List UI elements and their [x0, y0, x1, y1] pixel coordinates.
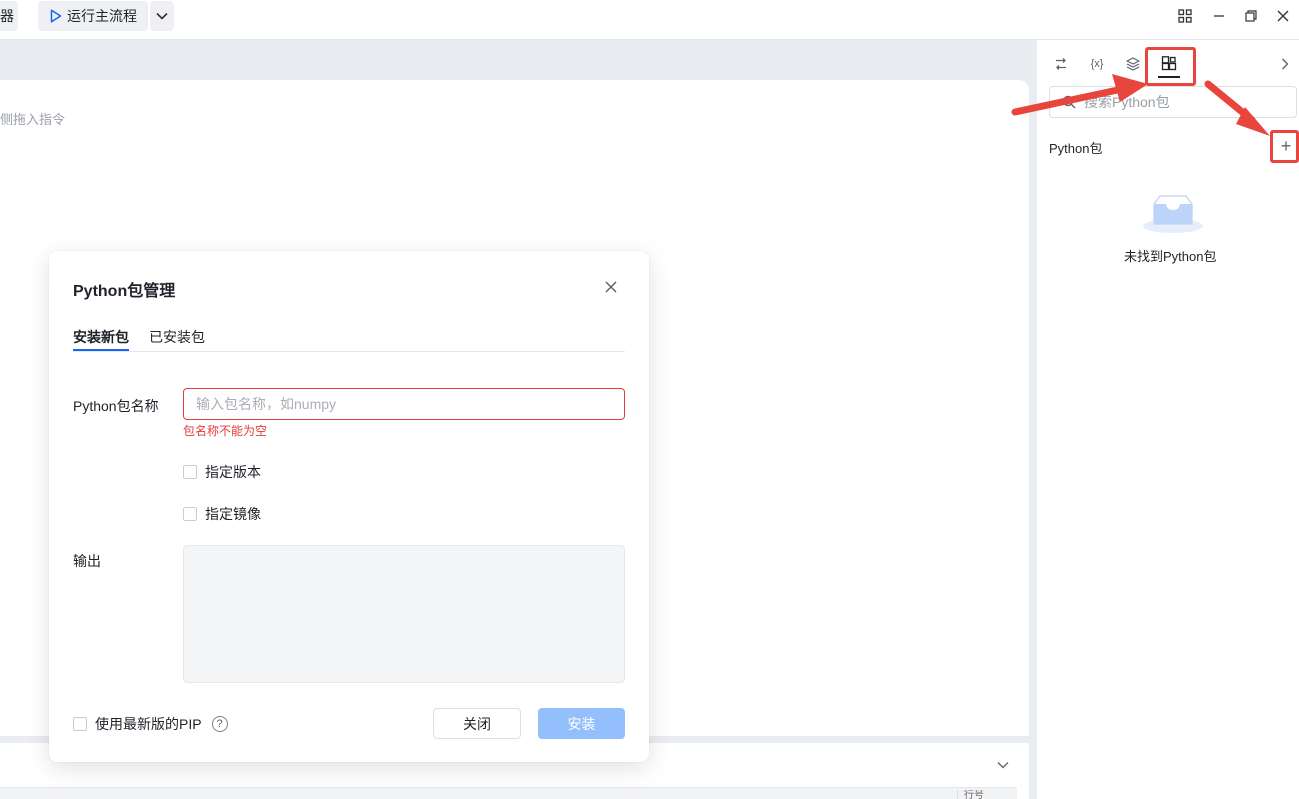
python-packages-heading: Python包	[1049, 141, 1103, 156]
bottom-column-header: 行号	[957, 790, 1017, 799]
panel-expand-button[interactable]	[1274, 53, 1296, 75]
package-search-input[interactable]: 搜索Python包	[1049, 86, 1297, 118]
specify-mirror-checkbox[interactable]	[183, 507, 197, 521]
layers-icon	[1126, 57, 1140, 71]
run-options-dropdown[interactable]	[150, 1, 174, 31]
python-package-manager-dialog: Python包管理 安装新包 已安装包 Python包名称 包名称不能为空 指定…	[49, 251, 649, 762]
tab-installed[interactable]: 已安装包	[149, 327, 205, 347]
package-name-label: Python包名称	[73, 398, 159, 414]
window-close-button[interactable]	[1272, 5, 1294, 27]
empty-inbox-icon	[1140, 190, 1206, 239]
highlight-package-tab	[1145, 47, 1196, 86]
use-latest-pip-option[interactable]: 使用最新版的PIP ?	[73, 714, 228, 734]
play-icon	[50, 9, 62, 23]
use-latest-pip-label: 使用最新版的PIP	[95, 716, 202, 732]
specify-version-checkbox[interactable]	[183, 465, 197, 479]
restore-button[interactable]	[1240, 5, 1262, 27]
install-button[interactable]: 安装	[538, 708, 625, 739]
bottom-table-header	[0, 787, 1017, 799]
run-main-flow-label: 运行主流程	[67, 8, 137, 24]
dialog-tabs: 安装新包 已安装包	[73, 321, 625, 352]
help-icon[interactable]: ?	[211, 716, 228, 732]
tab-flow[interactable]	[1050, 53, 1072, 75]
search-icon	[1062, 95, 1076, 109]
empty-state-text: 未找到Python包	[1124, 249, 1217, 264]
dialog-title: Python包管理	[73, 283, 176, 300]
dialog-close-button[interactable]	[601, 277, 621, 297]
specify-version-label: 指定版本	[205, 464, 261, 480]
grid-icon	[1178, 9, 1192, 23]
specify-version-option[interactable]: 指定版本	[183, 462, 261, 482]
canvas-hint: 侧拖入指令	[0, 112, 66, 127]
tab-install-new[interactable]: 安装新包	[73, 327, 129, 347]
tab-variables[interactable]: {x}	[1086, 53, 1108, 75]
close-button[interactable]: 关闭	[433, 708, 521, 739]
specify-mirror-option[interactable]: 指定镜像	[183, 504, 261, 524]
bottom-panel-collapse[interactable]	[997, 756, 1009, 772]
close-icon	[1277, 10, 1289, 22]
package-name-error: 包名称不能为空	[183, 424, 268, 438]
tab-active-ink	[73, 349, 129, 351]
package-name-input[interactable]	[183, 388, 625, 420]
app-grid-button[interactable]	[1174, 5, 1196, 27]
chevron-right-icon	[1282, 58, 1289, 70]
top-toolbar: 器 运行主流程	[0, 0, 1299, 40]
toolbar-left-label: 器	[0, 8, 14, 24]
tab-layers[interactable]	[1122, 53, 1144, 75]
specify-mirror-label: 指定镜像	[205, 506, 261, 522]
variable-icon: {x}	[1090, 58, 1104, 70]
highlight-add-button	[1270, 130, 1299, 163]
output-textarea[interactable]	[183, 545, 625, 683]
run-main-flow-button[interactable]: 运行主流程	[38, 1, 148, 31]
minimize-button[interactable]	[1208, 5, 1230, 27]
output-label: 输出	[73, 553, 101, 569]
flow-icon	[1056, 58, 1066, 70]
close-icon	[605, 281, 617, 293]
chevron-down-icon	[156, 12, 168, 20]
package-search-placeholder: 搜索Python包	[1084, 94, 1170, 110]
toolbar-left-button[interactable]: 器	[0, 1, 18, 31]
use-latest-pip-checkbox[interactable]	[73, 717, 87, 731]
minimize-icon	[1214, 15, 1224, 17]
restore-icon	[1245, 10, 1257, 22]
chevron-down-icon	[997, 762, 1009, 769]
